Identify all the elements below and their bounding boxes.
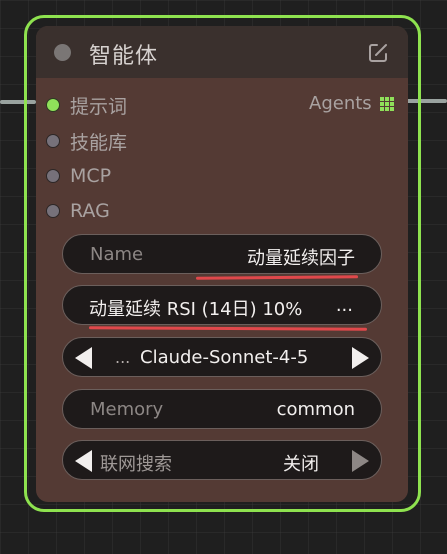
port-dot[interactable]	[46, 204, 60, 218]
memory-field[interactable]: Memory common	[62, 389, 382, 429]
prompt-field[interactable]: 动量延续 RSI (14日) 10% ...	[62, 285, 382, 325]
prompt-ellipsis: ...	[335, 295, 353, 316]
agent-node[interactable]: 智能体 提示词 技能库 MCP RAG Agents Name 动量延续因子 动…	[36, 26, 408, 502]
output-port-agents[interactable]: Agents	[309, 93, 394, 114]
model-value: Claude-Sonnet-4-5	[140, 347, 309, 368]
input-port-mcp[interactable]: MCP	[46, 165, 111, 187]
port-dot[interactable]	[46, 134, 60, 148]
prev-arrow-icon[interactable]	[75, 347, 92, 369]
prompt-value: 动量延续 RSI (14日) 10%	[89, 299, 303, 320]
input-port-rag[interactable]: RAG	[46, 200, 110, 222]
next-arrow-icon[interactable]	[352, 347, 369, 369]
port-label: MCP	[70, 165, 112, 187]
model-prefix: ...	[115, 348, 131, 367]
annotation-underline	[195, 275, 359, 280]
web-search-value: 关闭	[283, 454, 319, 475]
output-label: Agents	[309, 93, 372, 114]
port-label: RAG	[70, 200, 110, 222]
input-port-skills[interactable]: 技能库	[46, 130, 128, 154]
grid-icon[interactable]	[379, 96, 394, 111]
name-value: 动量延续因子	[247, 248, 355, 269]
web-search-toggle[interactable]: 联网搜索 关闭	[62, 440, 382, 480]
node-header[interactable]: 智能体	[36, 26, 408, 78]
model-selector[interactable]: ... Claude-Sonnet-4-5	[62, 337, 382, 377]
memory-value: common	[276, 399, 355, 420]
port-dot[interactable]	[46, 169, 60, 183]
prev-arrow-icon[interactable]	[75, 450, 92, 472]
next-arrow-icon[interactable]	[352, 450, 369, 472]
port-label: 技能库	[70, 131, 128, 154]
port-dot-connected[interactable]	[46, 98, 60, 112]
web-search-label: 联网搜索	[100, 454, 172, 475]
node-title: 智能体	[89, 44, 159, 69]
memory-label: Memory	[90, 399, 164, 420]
status-dot	[54, 44, 71, 61]
name-field[interactable]: Name 动量延续因子	[62, 234, 382, 274]
port-label: 提示词	[70, 95, 128, 118]
annotation-underline	[88, 326, 368, 331]
edit-icon[interactable]	[366, 41, 390, 65]
name-label: Name	[90, 244, 144, 265]
input-port-prompt[interactable]: 提示词	[46, 94, 128, 118]
